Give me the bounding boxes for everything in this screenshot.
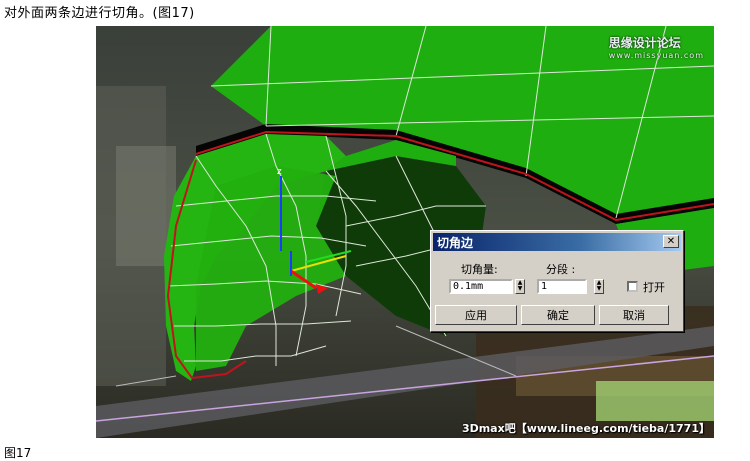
chamfer-edge-dialog: 切角边 ✕ 切角量: 分段 : 0.1mm ▲ ▼ 1 ▲ ▼ 打开 应用 确定 取… xyxy=(430,230,684,332)
caption-top: 对外面两条边进行切角。(图17) xyxy=(4,6,195,21)
segments-label: 分段 : xyxy=(546,263,576,276)
chamfer-amount-spinner[interactable]: ▲ ▼ xyxy=(515,279,525,294)
chamfer-amount-input[interactable]: 0.1mm xyxy=(449,279,513,294)
axis-label-z: z xyxy=(277,167,282,177)
caption-bottom: 图17 xyxy=(4,446,32,460)
ok-button[interactable]: 确定 xyxy=(521,305,595,325)
dialog-titlebar[interactable]: 切角边 ✕ xyxy=(433,233,681,251)
cancel-button[interactable]: 取消 xyxy=(599,305,669,325)
bg-green-strip xyxy=(596,381,714,421)
apply-button[interactable]: 应用 xyxy=(435,305,517,325)
open-checkbox[interactable] xyxy=(627,281,638,292)
watermark-top: 思缘设计论坛 www.missyuan.com xyxy=(609,34,704,60)
segments-input[interactable]: 1 xyxy=(537,279,587,294)
watermark-top-text: 思缘设计论坛 xyxy=(608,36,681,50)
close-button[interactable]: ✕ xyxy=(663,235,679,248)
open-label: 打开 xyxy=(643,281,665,294)
watermark-bottom: 3Dmax吧【www.lineeg.com/tieba/1771】 xyxy=(461,422,710,435)
close-icon: ✕ xyxy=(666,235,676,247)
watermark-top-url: www.missyuan.com xyxy=(608,51,704,60)
segments-spinner[interactable]: ▲ ▼ xyxy=(594,279,604,294)
chamfer-amount-label: 切角量: xyxy=(461,263,498,276)
dialog-title: 切角边 xyxy=(437,235,474,250)
